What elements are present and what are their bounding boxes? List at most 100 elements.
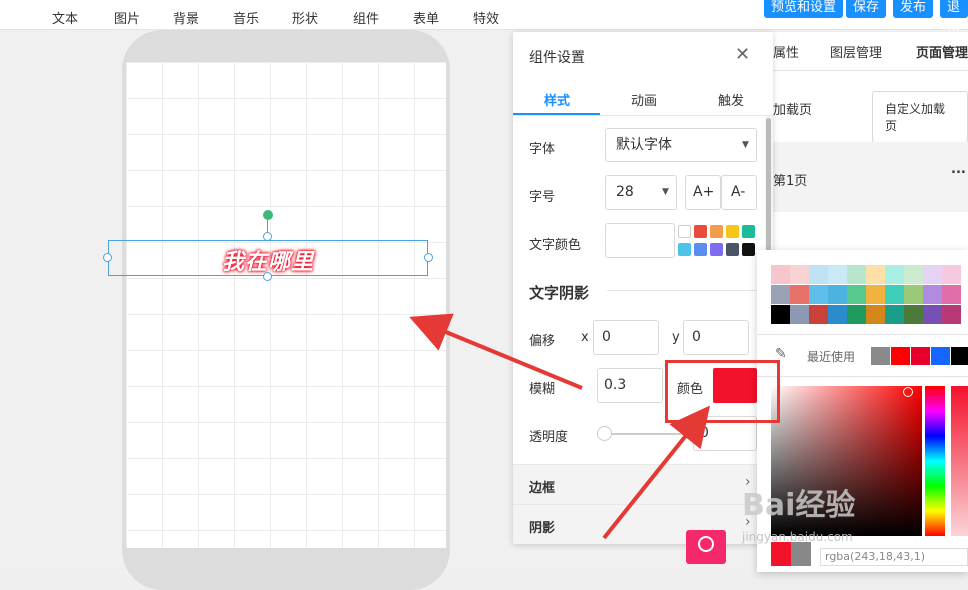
toolbar-music[interactable]: 音乐 [233,8,259,27]
palette-color[interactable] [923,305,942,324]
preview-settings-button[interactable]: 预览和设置 [764,0,844,18]
offset-y-input[interactable]: 0 [683,320,749,355]
palette-color[interactable] [942,285,961,304]
palette-color[interactable] [847,305,866,324]
picker-divider [757,334,968,335]
current-color-preview [771,542,791,566]
blur-input[interactable]: 0.3 [597,368,663,403]
palette-color[interactable] [847,265,866,284]
palette-color[interactable] [942,265,961,284]
toolbar-background[interactable]: 背景 [173,8,199,27]
resize-handle-bottom[interactable] [263,272,272,281]
color-swatch[interactable] [726,243,739,256]
palette-color[interactable] [809,285,828,304]
palette-color[interactable] [942,305,961,324]
recent-color[interactable] [891,347,910,365]
recent-colors [871,347,968,365]
offset-x-input[interactable]: 0 [593,320,659,355]
shadow-section[interactable]: 阴影 › [513,504,765,544]
exit-button[interactable]: 退出 [940,0,968,43]
previous-color-preview [791,542,811,566]
tab-animation[interactable]: 动画 [631,90,657,109]
palette-color[interactable] [809,305,828,324]
font-size-decrease-button[interactable]: A- [721,175,757,210]
palette-color[interactable] [790,285,809,304]
tab-pages[interactable]: 页面管理 [916,42,968,61]
color-swatch[interactable] [694,243,707,256]
palette-color[interactable] [866,265,885,284]
recent-color[interactable] [951,347,968,365]
palette-color[interactable] [923,265,942,284]
palette-color[interactable] [885,285,904,304]
panel-scroll-thumb[interactable] [766,118,771,268]
tab-properties[interactable]: 属性 [773,42,799,61]
palette-color[interactable] [771,285,790,304]
font-select[interactable]: 默认字体 ▼ [605,128,757,162]
palette-color[interactable] [885,305,904,324]
toolbar-image[interactable]: 图片 [114,8,140,27]
palette-color[interactable] [866,305,885,324]
toolbar-text[interactable]: 文本 [52,8,78,27]
color-swatch[interactable] [678,243,691,256]
color-swatch[interactable] [678,225,691,238]
watermark-url: jingyan.baidu.com [742,530,853,544]
offset-x-label: x [581,330,589,345]
color-swatch[interactable] [710,225,723,238]
page-item-label: 第1页 [773,174,808,189]
custom-load-page-button[interactable]: 自定义加载页 [872,91,968,143]
palette-color[interactable] [923,285,942,304]
palette-color[interactable] [771,305,790,324]
palette-color[interactable] [809,265,828,284]
page-list-item[interactable]: 第1页 ... [773,142,968,212]
palette-color[interactable] [866,285,885,304]
color-swatch[interactable] [742,225,755,238]
more-icon[interactable]: ... [951,162,966,177]
toolbar-effects[interactable]: 特效 [473,8,499,27]
phone-screen[interactable] [126,62,446,548]
palette-color[interactable] [771,265,790,284]
recent-color[interactable] [931,347,950,365]
toolbar-component[interactable]: 组件 [353,8,379,27]
color-swatch[interactable] [726,225,739,238]
opacity-label: 透明度 [529,430,569,445]
rotate-handle[interactable] [263,210,273,220]
color-swatch[interactable] [710,243,723,256]
resize-handle-left[interactable] [103,253,112,262]
palette-color[interactable] [904,305,923,324]
palette-color[interactable] [828,265,847,284]
sv-cursor[interactable] [903,387,913,397]
border-section[interactable]: 边框 › [513,464,765,504]
palette-color[interactable] [790,265,809,284]
publish-button[interactable]: 发布 [893,0,934,18]
palette-color[interactable] [790,305,809,324]
close-icon[interactable]: ✕ [735,44,750,65]
palette-color[interactable] [904,265,923,284]
recent-color[interactable] [871,347,890,365]
text-color-preview[interactable] [605,223,675,258]
color-swatch[interactable] [694,225,707,238]
hue-slider[interactable] [925,386,945,536]
toolbar-shape[interactable]: 形状 [292,8,318,27]
text-color-label: 文字颜色 [529,238,582,253]
component-settings-panel: 组件设置 ✕ 样式 动画 触发 字体 默认字体 ▼ 字号 28 ▼ A+ A- … [513,32,773,544]
palette-color[interactable] [828,285,847,304]
palette-color[interactable] [904,285,923,304]
font-size-select[interactable]: 28 ▼ [605,175,677,210]
font-size-increase-button[interactable]: A+ [685,175,721,210]
rgba-input[interactable]: rgba(243,18,43,1) [820,548,968,566]
palette-color[interactable] [885,265,904,284]
resize-handle-top[interactable] [263,232,272,241]
palette-color[interactable] [847,285,866,304]
help-badge[interactable] [686,530,726,564]
recent-color[interactable] [911,347,930,365]
palette-color[interactable] [828,305,847,324]
alpha-slider[interactable] [951,386,968,536]
resize-handle-right[interactable] [424,253,433,262]
tab-layers[interactable]: 图层管理 [830,42,882,61]
opacity-slider-handle[interactable] [597,426,612,441]
tab-style[interactable]: 样式 [544,90,570,109]
tab-trigger[interactable]: 触发 [718,90,744,109]
toolbar-form[interactable]: 表单 [413,8,439,27]
color-swatch[interactable] [742,243,755,256]
save-button[interactable]: 保存 [846,0,887,18]
